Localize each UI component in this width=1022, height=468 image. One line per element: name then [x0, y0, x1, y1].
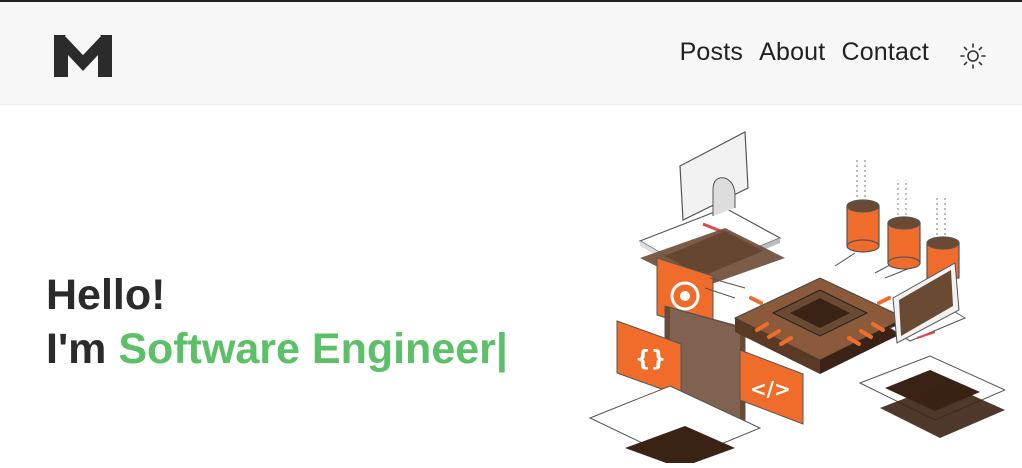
hero-prefix: I'm: [46, 325, 119, 373]
nav-link-contact[interactable]: Contact: [841, 38, 929, 67]
database-icon: [846, 160, 960, 279]
code-tag-label: </>: [750, 377, 791, 401]
hero-role-line: I'm Software Engineer|: [46, 322, 508, 376]
nav-link-posts[interactable]: Posts: [680, 38, 744, 67]
hero-heading: Hello! I'm Software Engineer|: [46, 268, 508, 376]
braces-label: {}: [635, 347, 666, 372]
site-header: Posts About Contact: [0, 2, 1022, 105]
sun-icon[interactable]: [958, 41, 988, 71]
hero-role: Software Engineer: [118, 325, 496, 373]
nav-link-about[interactable]: About: [759, 38, 825, 67]
hero-greeting: Hello!: [46, 271, 166, 319]
tech-illustration: {} </>: [588, 131, 1005, 463]
typing-cursor: |: [495, 325, 508, 373]
main-nav: Posts About Contact: [680, 38, 929, 67]
logo-icon[interactable]: [52, 31, 114, 79]
code-tag-icon: </>: [739, 349, 804, 425]
